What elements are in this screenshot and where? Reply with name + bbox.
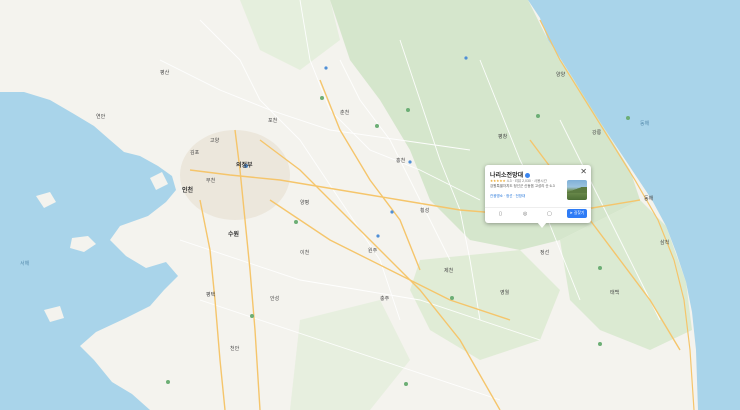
place-label[interactable]: 동해 [644, 196, 653, 202]
place-label[interactable]: 양양 [556, 72, 565, 78]
place-label[interactable]: 삼척 [660, 240, 669, 246]
place-label[interactable]: 부천 [206, 178, 215, 184]
place-label[interactable]: 고양 [210, 138, 219, 144]
place-photo[interactable] [567, 180, 587, 200]
place-label[interactable]: 평택 [206, 292, 215, 298]
directions-button[interactable]: ➤ 길찾기 [567, 209, 587, 218]
close-icon[interactable]: ✕ [580, 168, 587, 176]
place-label[interactable]: 홍천 [396, 158, 405, 164]
place-label[interactable]: 태백 [610, 290, 619, 296]
divider [485, 207, 591, 208]
place-label[interactable]: 천안 [230, 346, 239, 352]
place-label[interactable]: 포천 [268, 118, 277, 124]
share-icon[interactable]: ▢ [547, 211, 552, 217]
place-label[interactable]: 횡성 [420, 208, 429, 214]
place-label[interactable]: 수원 [228, 232, 239, 238]
place-label[interactable]: 평산 [160, 70, 169, 76]
place-label[interactable]: 정선 [540, 250, 549, 256]
sea-label: 서해 [20, 261, 30, 267]
verified-icon [525, 172, 531, 178]
place-label[interactable]: 평창 [498, 134, 507, 140]
star-rating: ★★★★★ [490, 179, 506, 183]
rating-text: 4.3 · 리뷰 2,030 · 사용시간 [506, 179, 547, 183]
place-label[interactable]: 연안 [96, 114, 105, 120]
place-address: 강원특별자치도 정선군 신동읍 고성리 산 6-3 [490, 184, 555, 188]
card-pointer [537, 222, 547, 228]
place-tags[interactable]: 관광명소 · 정선 · 전망대 [490, 194, 525, 199]
map-canvas[interactable] [0, 0, 740, 410]
place-label[interactable]: 춘천 [340, 110, 349, 116]
place-label[interactable]: 의정부 [236, 163, 253, 169]
place-label[interactable]: 제천 [444, 268, 453, 274]
location-pin-icon[interactable]: ◎ [523, 211, 527, 217]
place-label[interactable]: 이천 [300, 250, 309, 256]
bookmark-icon[interactable]: ▯ [499, 211, 502, 217]
place-label[interactable]: 원주 [368, 248, 377, 254]
place-label[interactable]: 인천 [182, 188, 193, 194]
place-label[interactable]: 안성 [270, 296, 279, 302]
place-label[interactable]: 영월 [500, 290, 509, 296]
sea-label: 동해 [640, 121, 650, 127]
place-label[interactable]: 충주 [380, 296, 389, 302]
place-info-card[interactable]: 나리소전망대 ✕ ★★★★★ 4.3 · 리뷰 2,030 · 사용시간 강원특… [485, 165, 591, 223]
place-label[interactable]: 양평 [300, 200, 309, 206]
place-label[interactable]: 김포 [190, 150, 199, 156]
place-label[interactable]: 강릉 [592, 130, 601, 136]
place-title[interactable]: 나리소전망대 [490, 170, 531, 179]
